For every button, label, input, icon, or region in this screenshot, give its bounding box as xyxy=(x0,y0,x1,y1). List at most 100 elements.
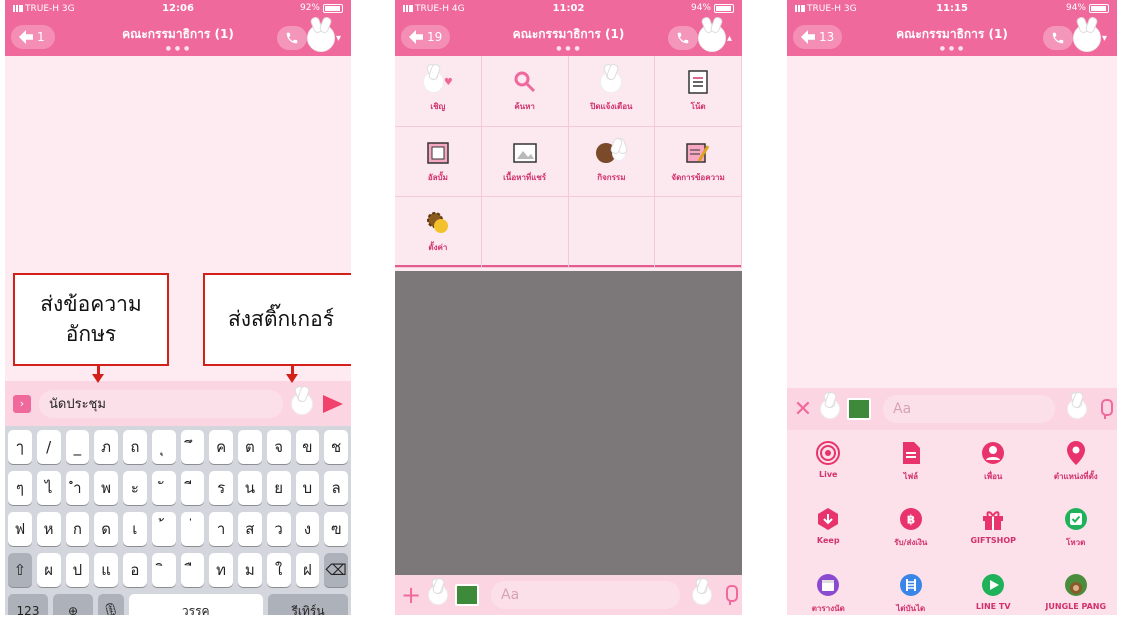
key[interactable]: ข xyxy=(295,430,320,464)
dictation-mic-icon[interactable]: 🎙 xyxy=(98,594,124,615)
menu-jungle-pang[interactable]: JUNGLE PANG xyxy=(1035,572,1118,615)
menu-album[interactable]: อัลบั้ม xyxy=(395,126,482,198)
menu-events[interactable]: กิจกรรม xyxy=(568,126,656,198)
key[interactable]: ึ xyxy=(180,430,205,464)
key[interactable]: จ xyxy=(266,430,291,464)
sticker-button[interactable] xyxy=(692,585,712,605)
key[interactable]: เ xyxy=(123,512,147,546)
key[interactable]: ถ xyxy=(123,430,147,464)
plus-icon[interactable]: + xyxy=(401,581,421,609)
key[interactable]: ิ xyxy=(151,553,176,587)
menu-note[interactable]: โน้ต xyxy=(655,56,742,127)
key[interactable]: ด xyxy=(94,512,118,546)
message-input[interactable]: Aa xyxy=(883,395,1055,423)
group-menu-button[interactable]: ▴ xyxy=(698,23,736,53)
menu-shared-media[interactable]: เนื้อหาที่แชร์ xyxy=(481,126,569,198)
photo-icon[interactable] xyxy=(847,398,871,420)
menu-ladder[interactable]: ไต่บันได xyxy=(870,572,953,615)
call-button[interactable] xyxy=(668,26,698,50)
key[interactable]: ว xyxy=(266,512,291,546)
numbers-key[interactable]: 123 xyxy=(8,594,48,615)
key[interactable]: ห xyxy=(36,512,61,546)
key[interactable]: ไ xyxy=(36,471,61,505)
photo-icon[interactable] xyxy=(455,584,479,606)
call-button[interactable] xyxy=(277,26,307,50)
key[interactable]: ้ xyxy=(151,512,176,546)
menu-vote[interactable]: โหวต xyxy=(1035,506,1118,572)
key[interactable]: ช xyxy=(324,430,348,464)
key[interactable]: ่ xyxy=(180,512,205,546)
sticker-button[interactable] xyxy=(291,392,313,415)
key[interactable]: ล xyxy=(324,471,348,505)
expand-menu-button[interactable]: › xyxy=(13,394,31,413)
album-icon xyxy=(423,139,453,167)
backspace-key[interactable]: ⌫ xyxy=(324,553,348,587)
group-menu-button[interactable]: ▾ xyxy=(1073,23,1111,53)
menu-manage-messages[interactable]: จัดการข้อความ xyxy=(655,126,742,198)
menu-search[interactable]: ค้นหา xyxy=(481,56,569,127)
group-menu-button[interactable]: ▾ xyxy=(307,23,345,53)
key[interactable]: ฟ xyxy=(8,512,32,546)
key[interactable]: / xyxy=(36,430,61,464)
microphone-icon[interactable] xyxy=(724,585,738,605)
key[interactable]: ร xyxy=(209,471,233,505)
key[interactable]: ย xyxy=(266,471,291,505)
menu-location[interactable]: ตำแหน่งที่ตั้ง xyxy=(1035,440,1118,506)
message-input[interactable]: Aa xyxy=(491,581,680,609)
menu-line-tv[interactable]: LINE TV xyxy=(952,572,1035,615)
key[interactable]: ฃ xyxy=(324,512,348,546)
key[interactable]: ภ xyxy=(94,430,118,464)
space-key[interactable]: วรรค xyxy=(128,594,263,615)
menu-live[interactable]: Live xyxy=(787,440,870,506)
call-button[interactable] xyxy=(1043,26,1073,50)
dimmed-overlay[interactable] xyxy=(395,271,742,575)
key[interactable]: ี xyxy=(180,471,205,505)
menu-keep[interactable]: Keep xyxy=(787,506,870,572)
key[interactable]: _ xyxy=(65,430,90,464)
microphone-icon[interactable] xyxy=(1099,399,1113,419)
key[interactable]: ๅ xyxy=(8,430,32,464)
key[interactable]: ค xyxy=(209,430,233,464)
return-key[interactable]: รีเทิร์น xyxy=(268,594,348,615)
key[interactable]: ต xyxy=(238,430,262,464)
key[interactable]: ใ xyxy=(266,553,291,587)
key[interactable]: ม xyxy=(238,553,262,587)
menu-pay[interactable]: ฿ รับ/ส่งเงิน xyxy=(870,506,953,572)
chat-header: 13 คณะกรรมาธิการ (1) ● ● ● ▾ xyxy=(787,20,1117,56)
key[interactable]: ื xyxy=(180,553,205,587)
menu-schedule[interactable]: ตารางนัด xyxy=(787,572,870,615)
menu-settings[interactable]: ตั้งค่า xyxy=(395,197,482,268)
globe-icon[interactable]: ⊕ xyxy=(53,594,93,615)
key[interactable]: ก xyxy=(65,512,90,546)
key[interactable]: แ xyxy=(94,553,118,587)
key[interactable]: ฝ xyxy=(295,553,320,587)
key[interactable]: บ xyxy=(295,471,320,505)
key[interactable]: พ xyxy=(94,471,118,505)
key[interactable]: ผ xyxy=(36,553,61,587)
key[interactable]: ส xyxy=(238,512,262,546)
key[interactable]: ำ xyxy=(65,471,90,505)
menu-file[interactable]: ไฟล์ xyxy=(870,440,953,506)
key[interactable]: ง xyxy=(295,512,320,546)
shift-key[interactable]: ⇧ xyxy=(8,553,32,587)
menu-mute[interactable]: ปิดแจ้งเตือน xyxy=(568,56,656,127)
camera-bunny-icon[interactable] xyxy=(817,396,843,422)
key[interactable]: ั xyxy=(151,471,176,505)
key[interactable]: ท xyxy=(209,553,233,587)
key[interactable]: ๆ xyxy=(8,471,32,505)
key[interactable]: า xyxy=(209,512,233,546)
sticker-button[interactable] xyxy=(1067,399,1087,419)
camera-bunny-icon[interactable] xyxy=(425,582,451,608)
menu-invite[interactable]: ♥ เชิญ xyxy=(395,56,482,127)
message-input[interactable]: นัดประชุม xyxy=(39,389,283,418)
key[interactable]: ป xyxy=(65,553,90,587)
menu-giftshop[interactable]: GIFTSHOP xyxy=(952,506,1035,572)
key[interactable]: ะ xyxy=(123,471,147,505)
thai-keyboard: ๅ / _ ภ ถ ุ ึ ค ต จ ข ช ๆ ไ ำ พ ะ ั ี ร … xyxy=(5,426,351,615)
key[interactable]: น xyxy=(238,471,262,505)
send-button[interactable] xyxy=(323,394,343,413)
key[interactable]: อ xyxy=(123,553,147,587)
menu-friend[interactable]: เพื่อน xyxy=(952,440,1035,506)
key[interactable]: ุ xyxy=(151,430,176,464)
close-icon[interactable]: ✕ xyxy=(793,397,813,422)
